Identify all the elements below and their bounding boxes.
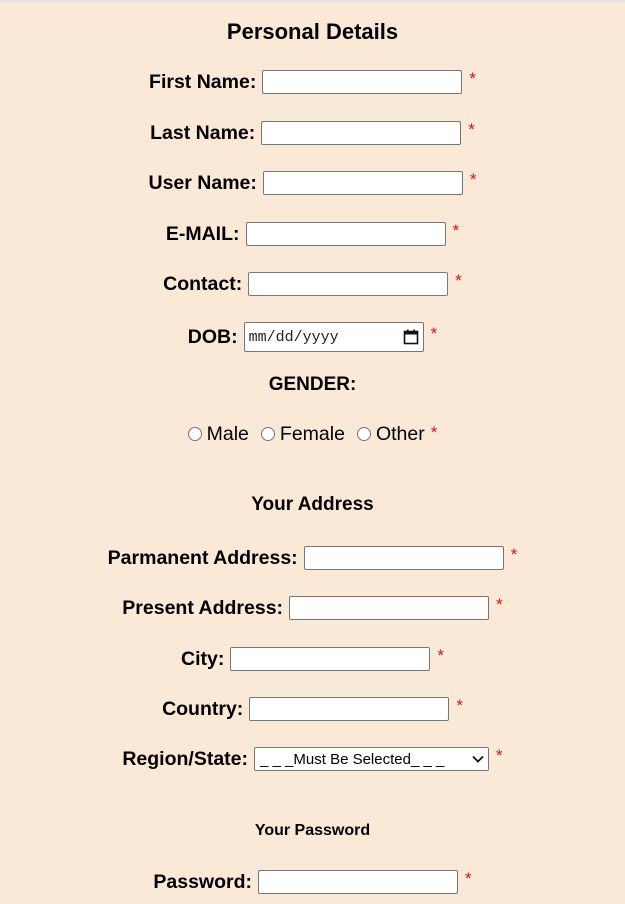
password-heading: Your Password (254, 822, 371, 839)
registration-form: Personal Details First Name: * Last Name… (0, 0, 625, 904)
required-mark: * (510, 545, 518, 564)
city-row: City: * (0, 644, 625, 674)
chevron-down-icon (472, 755, 484, 763)
gender-radio-male[interactable] (187, 427, 202, 441)
contact-row: Contact: * (0, 269, 625, 299)
user-name-label: User Name: (148, 171, 257, 194)
present-address-label: Present Address: (122, 596, 284, 619)
region-select[interactable]: _ _ _Must Be Selected_ _ _ (254, 747, 490, 771)
dob-input[interactable]: mm/dd/yyyy (243, 322, 424, 352)
required-mark: * (437, 646, 444, 665)
required-mark: * (468, 120, 475, 139)
user-name-row: User Name: * (0, 168, 625, 198)
gender-heading: GENDER: (268, 374, 357, 395)
last-name-input[interactable] (261, 121, 462, 145)
first-name-label: First Name: (149, 70, 257, 93)
required-mark: * (456, 696, 463, 715)
region-label: Region/State: (122, 747, 249, 770)
calendar-icon[interactable] (403, 329, 419, 345)
present-address-input[interactable] (289, 596, 490, 620)
present-address-row: Present Address: * (0, 593, 625, 623)
gender-radio-other[interactable] (356, 427, 371, 441)
address-heading: Your Address (251, 494, 374, 515)
gender-male-label: Male (206, 422, 249, 445)
required-mark: * (496, 595, 503, 614)
country-input[interactable] (249, 697, 450, 721)
gender-radio-female[interactable] (260, 427, 275, 441)
last-name-label: Last Name: (150, 121, 256, 144)
email-input[interactable] (245, 222, 446, 246)
city-input[interactable] (230, 647, 431, 671)
dob-label: DOB: (187, 325, 238, 348)
permanent-address-input[interactable] (303, 546, 504, 570)
city-label: City: (181, 647, 225, 670)
last-name-row: Last Name: * (0, 118, 625, 148)
first-name-row: First Name: * (0, 67, 625, 97)
country-row: Country: * (0, 694, 625, 724)
email-label: E-MAIL: (165, 222, 240, 245)
required-mark: * (430, 423, 438, 442)
contact-label: Contact: (163, 272, 243, 295)
region-selected-value: _ _ _Must Be Selected_ _ _ (260, 750, 445, 768)
permanent-address-label: Parmanent Address: (107, 546, 298, 569)
gender-options: Male Female Other * (0, 421, 625, 447)
required-mark: * (469, 69, 476, 88)
required-mark: * (430, 324, 438, 343)
dob-placeholder: mm/dd/yyyy (248, 328, 339, 346)
email-row: E-MAIL: * (0, 219, 625, 249)
password-row: Password: * (0, 867, 625, 897)
personal-details-title: Personal Details (226, 19, 399, 44)
required-mark: * (452, 221, 460, 240)
required-mark: * (469, 170, 477, 189)
gender-other-label: Other (375, 422, 425, 445)
permanent-address-row: Parmanent Address: * (0, 543, 625, 573)
contact-input[interactable] (248, 272, 449, 296)
region-row: Region/State: _ _ _Must Be Selected_ _ _… (0, 744, 625, 774)
first-name-input[interactable] (262, 70, 463, 94)
dob-row: DOB: mm/dd/yyyy * (0, 322, 625, 352)
gender-female-label: Female (279, 422, 345, 445)
required-mark: * (496, 746, 503, 765)
password-input[interactable] (258, 870, 458, 894)
country-label: Country: (162, 697, 244, 720)
required-mark: * (465, 869, 472, 888)
user-name-input[interactable] (262, 171, 463, 195)
password-label: Password: (153, 870, 252, 893)
required-mark: * (455, 271, 462, 290)
